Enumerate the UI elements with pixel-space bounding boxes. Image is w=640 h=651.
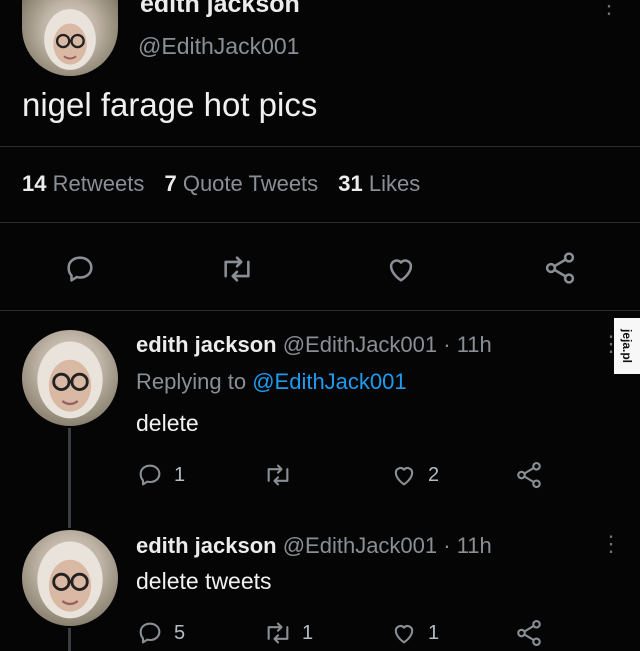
divider (0, 222, 640, 223)
quotes-count: 7 (164, 171, 177, 196)
reply-text: delete tweets (136, 568, 272, 594)
divider (0, 310, 640, 311)
likes-stat[interactable]: 31 Likes (338, 171, 420, 196)
more-icon[interactable]: ⋮ (600, 333, 622, 355)
retweets-stat[interactable]: 14 Retweets (22, 171, 150, 196)
like-icon[interactable] (384, 252, 418, 286)
tweet-text: nigel farage hot pics (22, 86, 318, 123)
more-icon[interactable]: ⋮ (600, 533, 622, 555)
retweet-count: 1 (302, 622, 314, 644)
like-icon[interactable] (390, 619, 418, 647)
thread-line (68, 428, 71, 528)
reply-icon[interactable] (136, 619, 164, 647)
reply-header: edith jackson @EdithJack001 · 11h (136, 332, 492, 358)
retweet-icon[interactable] (262, 619, 294, 647)
like-count: 1 (428, 622, 440, 644)
quotes-label: Quote Tweets (182, 171, 319, 196)
retweet-icon[interactable] (262, 461, 294, 489)
retweets-count: 14 (22, 171, 47, 196)
thread-line (68, 628, 71, 651)
like-count: 2 (428, 464, 440, 486)
reply-count: 5 (174, 622, 186, 644)
replying-prefix: Replying to (136, 369, 247, 394)
reply-meta[interactable]: @EdithJack001 · 11h (283, 332, 492, 357)
handle[interactable]: @EdithJack001 (138, 33, 299, 60)
display-name[interactable]: edith jackson (136, 332, 277, 357)
likes-count: 31 (338, 171, 363, 196)
quotes-stat[interactable]: 7 Quote Tweets (164, 171, 324, 196)
divider (0, 146, 640, 147)
share-icon[interactable] (514, 460, 544, 490)
likes-label: Likes (368, 171, 421, 196)
reply-text: delete (136, 410, 199, 436)
display-name[interactable]: edith jackson (136, 533, 277, 558)
avatar[interactable] (22, 0, 118, 76)
reply-icon[interactable] (136, 461, 164, 489)
share-icon[interactable] (542, 250, 578, 286)
reply-meta[interactable]: @EdithJack001 · 11h (283, 533, 492, 558)
avatar[interactable] (22, 530, 118, 626)
more-icon[interactable]: ⋮ (598, 0, 620, 17)
avatar[interactable] (22, 330, 118, 426)
replying-to: Replying to @EdithJack001 (136, 369, 407, 395)
tweet-stats: 14 Retweets 7 Quote Tweets 31 Likes (22, 171, 420, 197)
retweet-icon[interactable] (218, 252, 256, 286)
replying-handle-link[interactable]: @EdithJack001 (252, 369, 406, 394)
reply-header: edith jackson @EdithJack001 · 11h (136, 533, 492, 559)
reply-count: 1 (174, 464, 186, 486)
share-icon[interactable] (514, 618, 544, 648)
display-name[interactable]: edith jackson (140, 0, 300, 19)
retweets-label: Retweets (52, 171, 145, 196)
like-icon[interactable] (390, 461, 418, 489)
reply-icon[interactable] (63, 252, 97, 286)
